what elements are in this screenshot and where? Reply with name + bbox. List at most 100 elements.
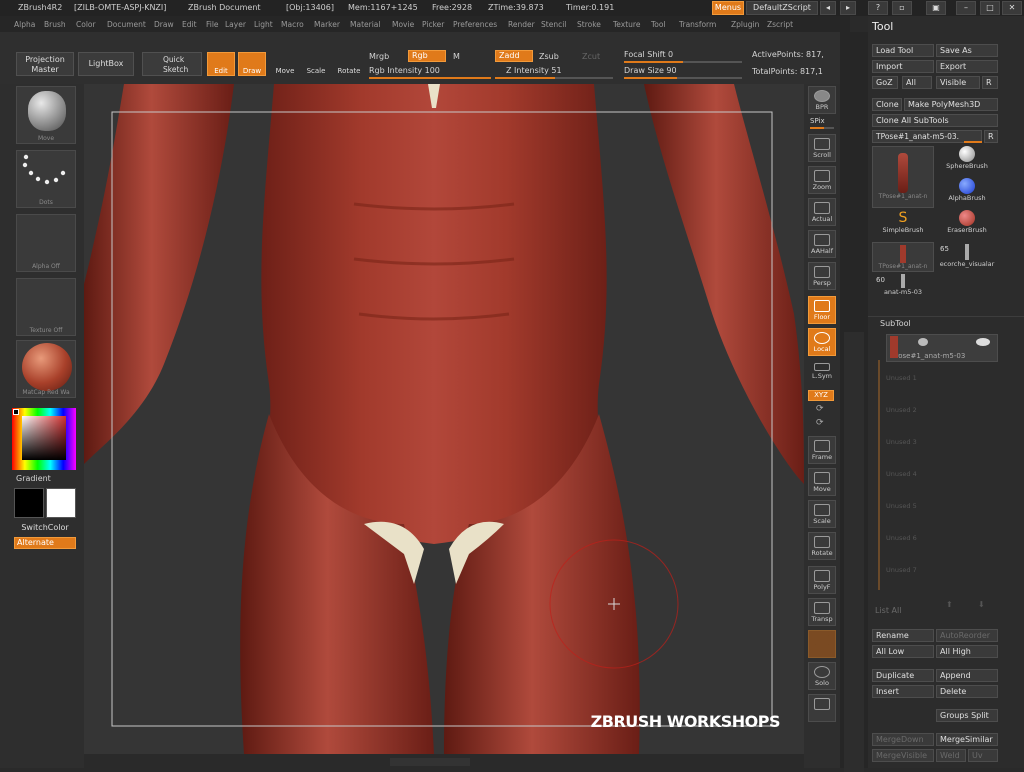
menu-transform[interactable]: Transform: [679, 20, 716, 29]
mergevisible-button[interactable]: MergeVisible: [872, 749, 934, 762]
list-all-button[interactable]: List All: [872, 605, 932, 618]
subtool-empty-slot[interactable]: Unused 6: [886, 534, 1004, 548]
scroll-button[interactable]: Scroll: [808, 134, 836, 162]
zoom-button[interactable]: Zoom: [808, 166, 836, 194]
color-picker[interactable]: [12, 408, 76, 470]
goz-r-button[interactable]: R: [982, 76, 998, 89]
goz-all-button[interactable]: All: [902, 76, 932, 89]
menu-zplugin[interactable]: Zplugin: [731, 20, 759, 29]
secondary-color-swatch[interactable]: [46, 488, 76, 518]
ghost-button[interactable]: [808, 630, 836, 658]
alternate-button[interactable]: Alternate: [14, 537, 76, 549]
layout-icon[interactable]: ▫: [892, 1, 912, 15]
polyf-button[interactable]: PolyF: [808, 566, 836, 594]
current-tool-r-button[interactable]: R: [984, 130, 998, 143]
menu-preferences[interactable]: Preferences: [453, 20, 497, 29]
delete-button[interactable]: Delete: [936, 685, 998, 698]
actual-button[interactable]: Actual: [808, 198, 836, 226]
menu-macro[interactable]: Macro: [281, 20, 304, 29]
load-tool-button[interactable]: Load Tool: [872, 44, 934, 57]
minimize-icon[interactable]: –: [956, 1, 976, 15]
import-button[interactable]: Import: [872, 60, 934, 73]
rotate-button[interactable]: Rotate: [334, 52, 364, 76]
help-icon[interactable]: ?: [868, 1, 888, 15]
all-low-button[interactable]: All Low: [872, 645, 934, 658]
menu-stroke[interactable]: Stroke: [577, 20, 601, 29]
spix-slider[interactable]: [810, 127, 834, 129]
menu-material[interactable]: Material: [350, 20, 380, 29]
visible-button[interactable]: Visible: [936, 76, 980, 89]
bpr-button[interactable]: BPR: [808, 86, 836, 114]
weld-button[interactable]: Weld: [936, 749, 966, 762]
menus-button[interactable]: Menus: [712, 1, 744, 15]
document-canvas[interactable]: ZBRUSH WORKSHOPS: [84, 84, 804, 754]
primary-color-swatch[interactable]: [14, 488, 44, 518]
menu-file[interactable]: File: [206, 20, 219, 29]
subtool-visibility-icon[interactable]: [976, 338, 990, 346]
clone-button[interactable]: Clone: [872, 98, 902, 111]
tray-scroll-strip[interactable]: [840, 32, 868, 772]
aahalf-button[interactable]: AAHalf: [808, 230, 836, 258]
subtool-empty-slot[interactable]: Unused 1: [886, 374, 1004, 388]
all-high-button[interactable]: All High: [936, 645, 998, 658]
maximize-icon[interactable]: □: [980, 1, 1000, 15]
menu-texture[interactable]: Texture: [613, 20, 640, 29]
groups-split-button[interactable]: Groups Split: [936, 709, 998, 722]
move-view-button[interactable]: Move: [808, 468, 836, 496]
mergesimilar-button[interactable]: MergeSimilar: [936, 733, 998, 746]
zadd-toggle[interactable]: Zadd: [495, 50, 533, 62]
close-icon[interactable]: ✕: [1002, 1, 1022, 15]
anatomy-model-viewport[interactable]: [84, 84, 804, 754]
scale-button[interactable]: Scale: [302, 52, 330, 76]
texture-thumbnail[interactable]: Texture Off: [16, 278, 76, 336]
append-button[interactable]: Append: [936, 669, 998, 682]
menu-color[interactable]: Color: [76, 20, 96, 29]
local-button[interactable]: Local: [808, 328, 836, 356]
menu-brush[interactable]: Brush: [44, 20, 66, 29]
draw-size-slider[interactable]: [624, 77, 742, 79]
subtool-empty-slot[interactable]: Unused 3: [886, 438, 1004, 452]
menu-tool[interactable]: Tool: [651, 20, 666, 29]
draw-button[interactable]: Draw: [238, 52, 266, 76]
focal-shift-label[interactable]: Focal Shift 0: [624, 50, 673, 59]
scale-view-button[interactable]: Scale: [808, 500, 836, 528]
zcut-toggle[interactable]: Zcut: [582, 52, 600, 61]
subtool-empty-slot[interactable]: Unused 5: [886, 502, 1004, 516]
rotate-y-icon[interactable]: ⟳: [816, 404, 824, 414]
menu-render[interactable]: Render: [508, 20, 535, 29]
lsym-button[interactable]: L.Sym: [808, 360, 836, 384]
tool-thumb-simplebrush[interactable]: S SimpleBrush: [872, 210, 934, 240]
menu-zscript[interactable]: Zscript: [767, 20, 793, 29]
subtool-empty-slot[interactable]: Unused 2: [886, 406, 1004, 420]
xyz-toggle[interactable]: XYZ: [808, 390, 834, 401]
export-button[interactable]: Export: [936, 60, 998, 73]
alpha-thumbnail[interactable]: Alpha Off: [16, 214, 76, 272]
rotate-view-button[interactable]: Rotate: [808, 532, 836, 560]
bottom-tray-handle[interactable]: [390, 758, 470, 766]
menu-light[interactable]: Light: [254, 20, 273, 29]
spix-label[interactable]: SPix: [810, 117, 825, 125]
xpose-button[interactable]: [808, 694, 836, 722]
floor-button[interactable]: Floor: [808, 296, 836, 324]
prev-icon[interactable]: ◂: [820, 1, 836, 15]
frame-button[interactable]: Frame: [808, 436, 836, 464]
menu-picker[interactable]: Picker: [422, 20, 444, 29]
menu-layer[interactable]: Layer: [225, 20, 246, 29]
subtool-empty-slot[interactable]: Unused 7: [886, 566, 1004, 580]
default-zscript-button[interactable]: DefaultZScript: [746, 1, 818, 15]
rename-button[interactable]: Rename: [872, 629, 934, 642]
menu-edit[interactable]: Edit: [182, 20, 197, 29]
uv-button[interactable]: Uv: [968, 749, 998, 762]
rotate-z-icon[interactable]: ⟳: [816, 418, 824, 428]
goz-button[interactable]: GoZ: [872, 76, 898, 89]
brush-thumbnail[interactable]: Move: [16, 86, 76, 144]
insert-button[interactable]: Insert: [872, 685, 934, 698]
subtool-list-scrollbar[interactable]: [878, 360, 880, 590]
transp-button[interactable]: Transp: [808, 598, 836, 626]
scroll-track[interactable]: [844, 332, 864, 772]
rgb-toggle[interactable]: Rgb: [408, 50, 446, 62]
persp-button[interactable]: Persp: [808, 262, 836, 290]
tool-thumb-spherebrush[interactable]: SphereBrush: [936, 146, 998, 176]
tool-thumb-tpose[interactable]: TPose#1_anat-n: [872, 146, 934, 208]
subtool-empty-slot[interactable]: Unused 4: [886, 470, 1004, 484]
